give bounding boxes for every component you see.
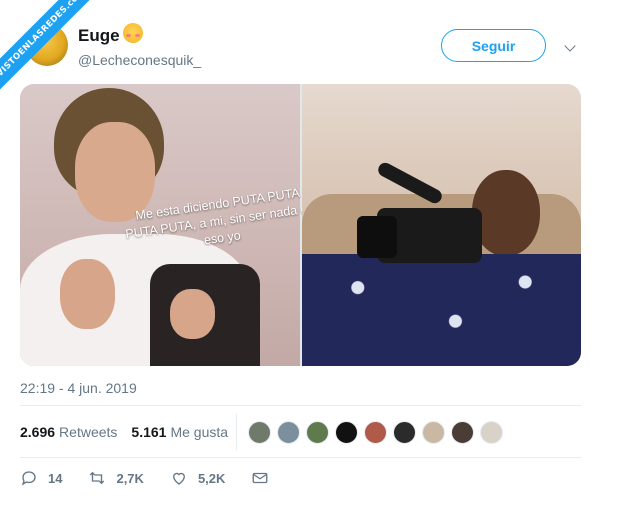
envelope-icon: [252, 472, 268, 484]
follow-button[interactable]: Seguir: [441, 29, 546, 62]
likes-count[interactable]: 5.161: [131, 424, 166, 440]
liker-avatar[interactable]: [335, 421, 358, 444]
liker-avatar[interactable]: [451, 421, 474, 444]
media-image-left[interactable]: Me esta diciendo PUTA PUTA PUTA PUTA, a …: [20, 84, 315, 366]
tweet-timestamp[interactable]: 22:19 - 4 jun. 2019: [20, 380, 137, 396]
heart-icon: [173, 472, 185, 485]
liker-avatar[interactable]: [277, 421, 300, 444]
reply-button[interactable]: 14: [20, 469, 62, 487]
tweet-media[interactable]: Me esta diciendo PUTA PUTA PUTA PUTA, a …: [20, 84, 581, 366]
divider: [20, 457, 581, 458]
liker-avatar[interactable]: [480, 421, 503, 444]
direct-message-button[interactable]: [251, 469, 279, 487]
liker-avatar[interactable]: [364, 421, 387, 444]
girl-face-shape: [472, 170, 540, 256]
like-button[interactable]: 5,2K: [170, 469, 225, 487]
display-name[interactable]: Euge: [78, 26, 120, 46]
user-handle[interactable]: @Lecheconesquik_: [78, 52, 201, 68]
liker-avatar[interactable]: [248, 421, 271, 444]
tweet-actions: 14 2,7K 5,2K: [20, 469, 305, 487]
retweets-count[interactable]: 2.696: [20, 424, 55, 440]
reply-icon: [21, 471, 36, 486]
retweet-icon: [90, 471, 105, 485]
tweet-stats: 2.696 Retweets 5.161 Me gusta: [20, 424, 242, 440]
reply-count: 14: [48, 470, 63, 486]
like-count: 5,2K: [197, 470, 226, 486]
divider: [20, 405, 581, 406]
liker-avatar[interactable]: [393, 421, 416, 444]
author-name-row[interactable]: Euge: [78, 23, 143, 46]
woman-hand-shape: [60, 259, 115, 329]
liker-avatars[interactable]: [248, 421, 503, 444]
liker-avatar[interactable]: [422, 421, 445, 444]
chevron-down-icon[interactable]: [564, 40, 576, 52]
likes-label[interactable]: Me gusta: [170, 424, 228, 440]
stats-separator: [236, 414, 237, 450]
liker-avatar[interactable]: [306, 421, 329, 444]
retweets-label[interactable]: Retweets: [59, 424, 117, 440]
woman-hand-shape: [170, 289, 215, 339]
retweet-button[interactable]: 2,7K: [88, 469, 144, 487]
media-image-right[interactable]: [302, 84, 581, 366]
blush-emoji-icon: [122, 23, 143, 43]
video-camera-icon: [357, 160, 482, 271]
retweet-count: 2,7K: [116, 470, 144, 486]
